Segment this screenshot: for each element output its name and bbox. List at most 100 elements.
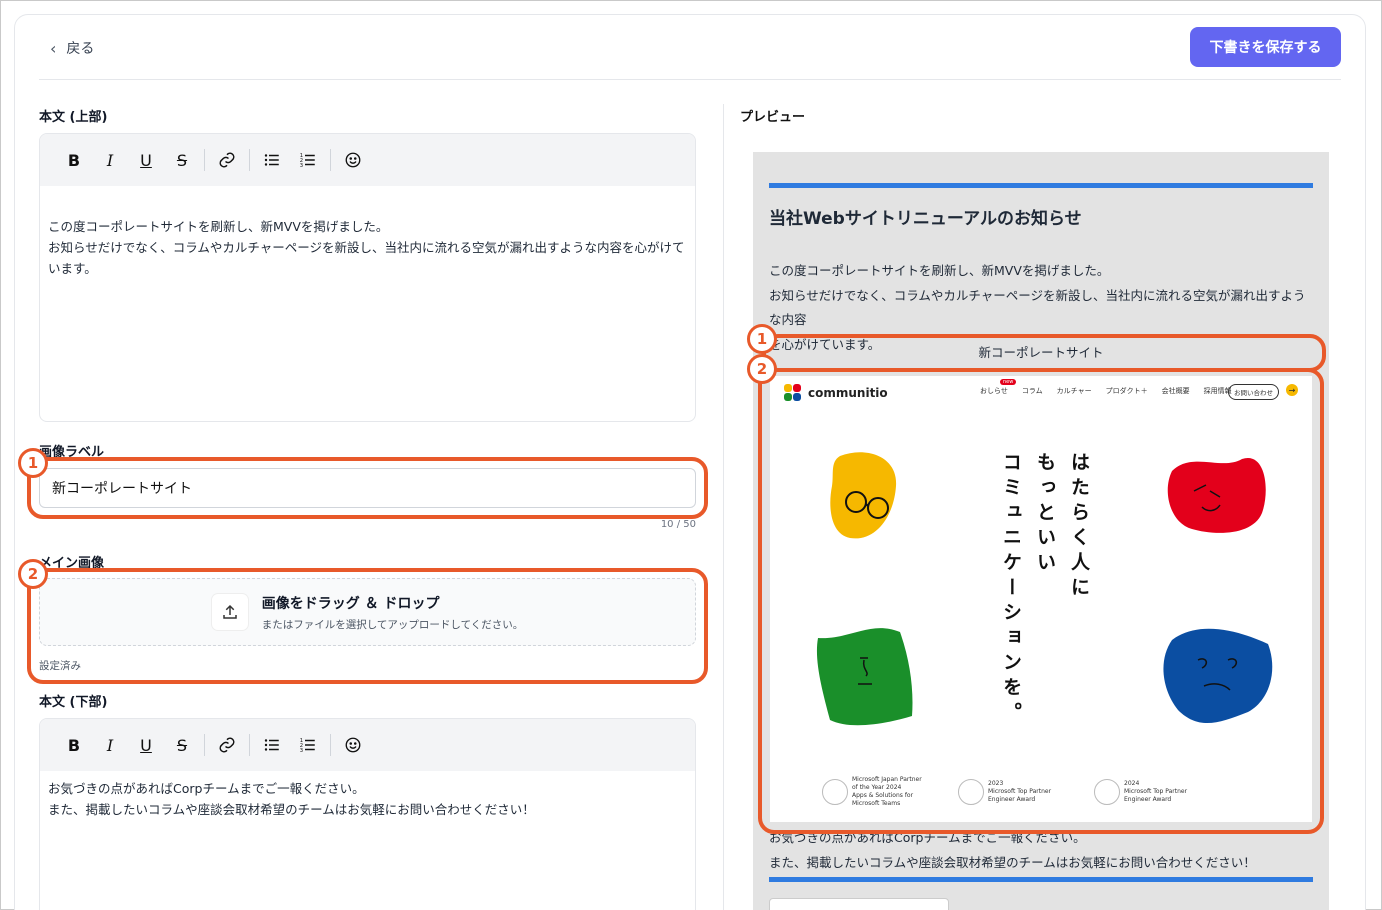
- body-bottom-line: また、掲載したいコラムや座談会取材希望のチームはお気軽にお問い合わせください！: [48, 802, 535, 817]
- yellow-character: [830, 452, 897, 539]
- header-divider: [39, 79, 1341, 80]
- award-line: Apps & Solutions for: [852, 792, 914, 799]
- preview-line: この度コーポレートサイトを刷新し、新MVVを掲げました。: [769, 263, 1110, 278]
- image-status: 設定済み: [39, 660, 81, 672]
- award-line: Microsoft Top Partner: [988, 788, 1052, 795]
- body-bottom-line: お気づきの点があればCorpチームまでご一報ください。: [48, 781, 365, 796]
- chevron-left-icon: ‹: [50, 38, 57, 58]
- annotation-badge-2: 2: [747, 354, 777, 384]
- site-nav-item: おしらせ: [980, 387, 1008, 395]
- site-nav-item: コラム: [1021, 387, 1043, 395]
- underline-icon[interactable]: U: [128, 729, 164, 761]
- preview-title: 当社Webサイトリニューアルのお知らせ: [769, 209, 1082, 229]
- annotation-badge-2: 2: [18, 559, 48, 589]
- site-logo: communitio: [784, 384, 888, 402]
- annotation-badge-1: 1: [18, 448, 48, 478]
- save-draft-button[interactable]: 下書きを保存する: [1190, 27, 1341, 67]
- preview-line: また、掲載したいコラムや座談会取材希望のチームはお気軽にお問い合わせください！: [769, 854, 1256, 870]
- image-label-input[interactable]: 新コーポレートサイト: [39, 468, 696, 508]
- site-awards: Microsoft Japan Partner of the Year 2024…: [822, 776, 1220, 808]
- site-tagline-3: コミュニケーションを。: [1000, 452, 1022, 727]
- dropzone-title: 画像をドラッグ ＆ ドロップ: [261, 595, 440, 612]
- body-bottom-label: 本文 (下部): [39, 695, 108, 710]
- award-line: Microsoft Japan Partner: [852, 776, 922, 783]
- body-bottom-editor: B I U S 123 お気づきの点があればCorpチームまでご一報ください。 …: [39, 718, 696, 910]
- bullet-list-icon[interactable]: [254, 144, 290, 176]
- toolbar-separator: [330, 734, 331, 756]
- toolbar-separator: [330, 149, 331, 171]
- bullet-list-icon[interactable]: [254, 729, 290, 761]
- site-tagline-1: はたらく人に: [1068, 452, 1090, 602]
- main-image-heading: メイン画像: [39, 556, 105, 571]
- site-contact-button: お問い合わせ: [1228, 384, 1279, 400]
- numbered-list-icon[interactable]: 123: [290, 144, 326, 176]
- award-item: 2023 Microsoft Top Partner Engineer Awar…: [958, 779, 1084, 805]
- toolbar-separator: [204, 149, 205, 171]
- link-icon[interactable]: [209, 729, 245, 761]
- preview-text-bottom: お気づきの点があればCorpチームまでご一報ください。 また、掲載したいコラムや…: [769, 826, 1313, 875]
- dropzone-subtitle: またはファイルを選択してアップロードしてください。: [261, 618, 524, 631]
- underline-icon[interactable]: U: [128, 144, 164, 176]
- italic-icon[interactable]: I: [92, 144, 128, 176]
- column-divider: [723, 104, 724, 910]
- back-label: 戻る: [66, 41, 95, 57]
- image-dropzone[interactable]: 画像をドラッグ ＆ ドロップ またはファイルを選択してアップロードしてください。: [39, 578, 696, 646]
- body-top-line: お知らせだけでなく、コラムやカルチャーページを新設し、当社内に流れる空気が漏れ出…: [48, 240, 685, 276]
- preview-panel: 当社Webサイトリニューアルのお知らせ この度コーポレートサイトを刷新し、新MV…: [753, 152, 1329, 910]
- site-nav: おしらせ コラム カルチャー プロダクト＋ 会社概要 採用情報: [980, 386, 1232, 396]
- site-logo-text: communitio: [808, 386, 888, 400]
- annotation-badge-1: 1: [747, 324, 777, 354]
- award-laurel-icon: [1094, 779, 1120, 805]
- preview-heading: プレビュー: [740, 110, 806, 125]
- back-link[interactable]: ‹ 戻る: [50, 38, 94, 58]
- char-counter: 10 / 50: [660, 519, 696, 530]
- preview-line: お気づきの点があればCorpチームまでご一報ください。: [769, 830, 1086, 845]
- emoji-icon[interactable]: [335, 144, 371, 176]
- preview-line: お知らせだけでなく、コラムやカルチャーページを新設し、当社内に流れる空気が漏れ出…: [769, 287, 1306, 328]
- body-bottom-toolbar: B I U S 123: [40, 719, 695, 771]
- body-top-line: この度コーポレートサイトを刷新し、新MVVを掲げました。: [48, 219, 389, 234]
- numbered-list-icon[interactable]: 123: [290, 729, 326, 761]
- site-nav-item: プロダクト＋: [1105, 387, 1148, 395]
- body-top-editor: B I U S 123 この度コーポレートサイトを刷新し、新MVVを掲げました。…: [39, 133, 696, 422]
- bold-icon[interactable]: B: [56, 144, 92, 176]
- award-line: 2023: [988, 780, 1004, 787]
- arrow-right-icon: →: [1286, 384, 1298, 396]
- toolbar-separator: [249, 734, 250, 756]
- award-laurel-icon: [822, 779, 848, 805]
- image-label-heading: 画像ラベル: [39, 445, 105, 460]
- upload-icon: [211, 594, 248, 630]
- strikethrough-icon[interactable]: S: [164, 144, 200, 176]
- body-bottom-content[interactable]: お気づきの点があればCorpチームまでご一報ください。 また、掲載したいコラムや…: [40, 771, 695, 820]
- communitio-logo-icon: [784, 384, 801, 401]
- site-nav-item: カルチャー: [1056, 387, 1092, 395]
- body-top-toolbar: B I U S 123: [40, 134, 695, 186]
- preview-image-caption: 新コーポレートサイト: [978, 345, 1104, 360]
- award-line: Microsoft Top Partner: [1124, 788, 1188, 795]
- svg-text:3: 3: [300, 748, 303, 754]
- site-new-badge: new: [1000, 379, 1017, 385]
- award-laurel-icon: [958, 779, 984, 805]
- bold-icon[interactable]: B: [56, 729, 92, 761]
- site-nav-item: 会社概要: [1161, 387, 1190, 395]
- link-icon[interactable]: [209, 144, 245, 176]
- award-item: 2024 Microsoft Top Partner Engineer Awar…: [1094, 779, 1220, 805]
- award-line: Microsoft Teams: [852, 800, 901, 807]
- green-character: [816, 628, 913, 726]
- emoji-icon[interactable]: [335, 729, 371, 761]
- strikethrough-icon[interactable]: S: [164, 729, 200, 761]
- toolbar-separator: [249, 149, 250, 171]
- site-tagline-2: もっといい: [1034, 452, 1056, 577]
- award-line: Engineer Award: [988, 796, 1036, 803]
- preview-main-image: communitio おしらせ コラム カルチャー プロダクト＋ 会社概要 採用…: [770, 376, 1312, 822]
- award-line: Engineer Award: [1124, 796, 1172, 803]
- preview-top-bar: [769, 183, 1313, 188]
- blue-character: [1163, 628, 1273, 724]
- toolbar-separator: [204, 734, 205, 756]
- body-top-label: 本文 (上部): [39, 110, 108, 125]
- preview-bottom-bar: [769, 877, 1313, 882]
- award-item: Microsoft Japan Partner of the Year 2024…: [822, 776, 948, 808]
- italic-icon[interactable]: I: [92, 729, 128, 761]
- award-line: of the Year 2024: [852, 784, 902, 791]
- body-top-content[interactable]: この度コーポレートサイトを刷新し、新MVVを掲げました。 お知らせだけでなく、コ…: [40, 186, 695, 279]
